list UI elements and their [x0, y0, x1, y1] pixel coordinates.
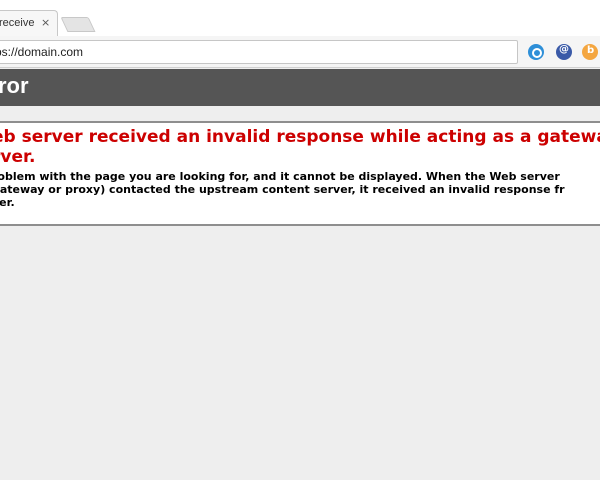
error-heading: eb server received an invalid response w… — [0, 127, 600, 167]
tab-title: receive — [0, 17, 35, 29]
at-extension-icon[interactable] — [556, 44, 572, 60]
error-description: roblem with the page you are looking for… — [0, 170, 565, 209]
page-title: ror — [0, 73, 29, 98]
browser-toolbar: ps://domain.com — [0, 36, 600, 68]
address-bar-url: ps://domain.com — [0, 45, 84, 59]
tab-active[interactable]: receive × — [0, 10, 58, 36]
bitly-extension-icon[interactable] — [582, 44, 598, 60]
address-bar[interactable]: ps://domain.com — [0, 40, 518, 64]
tab-strip: receive × — [0, 0, 600, 36]
error-box: eb server received an invalid response w… — [0, 121, 600, 226]
tab-close-icon[interactable]: × — [41, 16, 50, 29]
page-header: ror — [0, 69, 600, 106]
at-sign-extension-icon[interactable] — [528, 44, 544, 60]
new-tab-button[interactable] — [60, 17, 96, 32]
